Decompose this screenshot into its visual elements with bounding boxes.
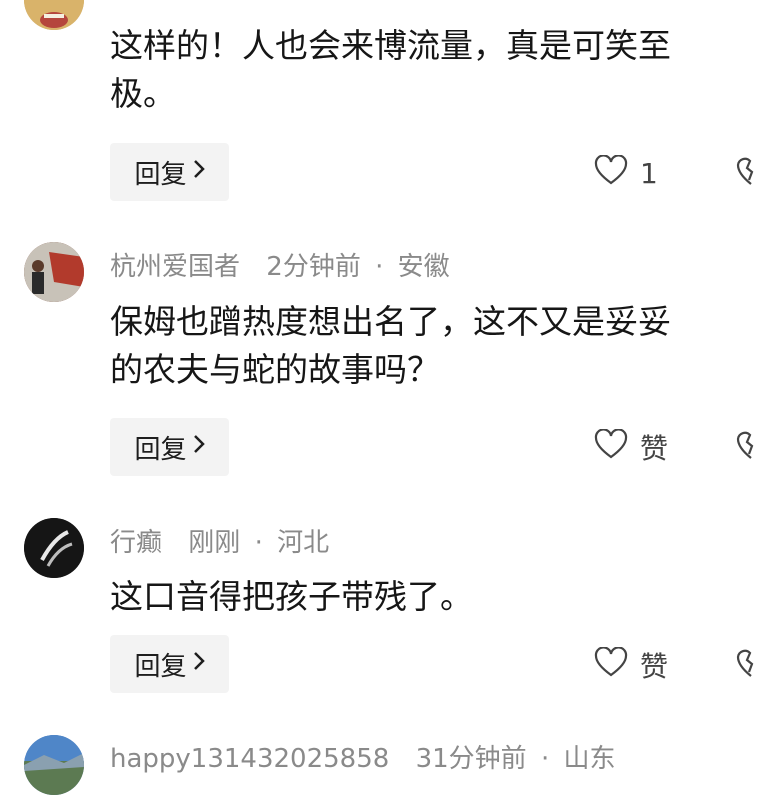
comment-text-line: 极。: [110, 74, 176, 113]
comment-text-line: 的农夫与蛇的故事吗？: [110, 350, 440, 389]
location: 河北: [277, 528, 330, 558]
like-label: 赞: [640, 650, 669, 683]
avatar[interactable]: [24, 0, 84, 30]
timestamp: 31分钟前: [415, 744, 527, 774]
avatar[interactable]: [24, 242, 84, 302]
comment-text-line: 这口音得把孩子带残了。: [110, 577, 473, 616]
chevron-right-icon: [193, 651, 205, 677]
avatar-image: [24, 518, 84, 578]
dislike-button[interactable]: [736, 646, 761, 682]
separator: ·: [375, 252, 384, 282]
username[interactable]: 行癫: [110, 528, 162, 558]
like-label: 赞: [640, 432, 669, 465]
avatar-image: [24, 0, 84, 30]
chevron-right-icon: [193, 159, 205, 185]
comment-text-line: 保姆也蹭热度想出名了，这不又是妥妥: [110, 302, 671, 341]
dislike-button[interactable]: [736, 154, 761, 190]
separator: ·: [254, 528, 263, 558]
comment-text-line: 这样的！人也会来博流量，真是可笑至: [110, 26, 671, 65]
heart-outline-icon: [594, 153, 640, 192]
heart-outline-icon: [594, 427, 640, 466]
reply-button[interactable]: 回复: [110, 418, 229, 476]
like-count: 1: [640, 156, 658, 190]
broken-heart-icon: [736, 649, 761, 682]
separator: ·: [540, 744, 550, 774]
avatar[interactable]: [24, 735, 84, 795]
comment-text: 这样的！人也会来博流量，真是可笑至 极。: [110, 22, 761, 118]
avatar-image: [24, 242, 84, 302]
location: 安徽: [397, 252, 450, 282]
reply-label: 回复: [134, 159, 187, 190]
reply-label: 回复: [134, 434, 187, 465]
avatar-image: [24, 735, 84, 795]
avatar[interactable]: [24, 518, 84, 578]
like-button[interactable]: 赞: [594, 427, 668, 467]
username[interactable]: 杭州爱国者: [110, 252, 240, 282]
comment-meta: 行癫 刚刚 · 河北: [110, 522, 329, 559]
chevron-right-icon: [193, 434, 205, 460]
heart-outline-icon: [594, 645, 640, 684]
broken-heart-icon: [736, 157, 761, 190]
dislike-button[interactable]: [736, 428, 761, 464]
comment-text: 保姆也蹭热度想出名了，这不又是妥妥 的农夫与蛇的故事吗？: [110, 298, 761, 394]
username[interactable]: happy131432025858: [110, 744, 389, 774]
timestamp: 2分钟前: [266, 252, 361, 282]
reply-button[interactable]: 回复: [110, 143, 229, 201]
reply-button[interactable]: 回复: [110, 635, 229, 693]
comment-text: 这口音得把孩子带残了。: [110, 573, 761, 621]
like-button[interactable]: 1: [594, 153, 658, 193]
broken-heart-icon: [736, 431, 761, 464]
reply-label: 回复: [134, 651, 187, 682]
comment-meta: 杭州爱国者 2分钟前 · 安徽: [110, 246, 450, 283]
comment-meta: happy131432025858 31分钟前 · 山东: [110, 738, 615, 775]
timestamp: 刚刚: [188, 528, 241, 558]
like-button[interactable]: 赞: [594, 645, 668, 685]
location: 山东: [563, 744, 616, 774]
